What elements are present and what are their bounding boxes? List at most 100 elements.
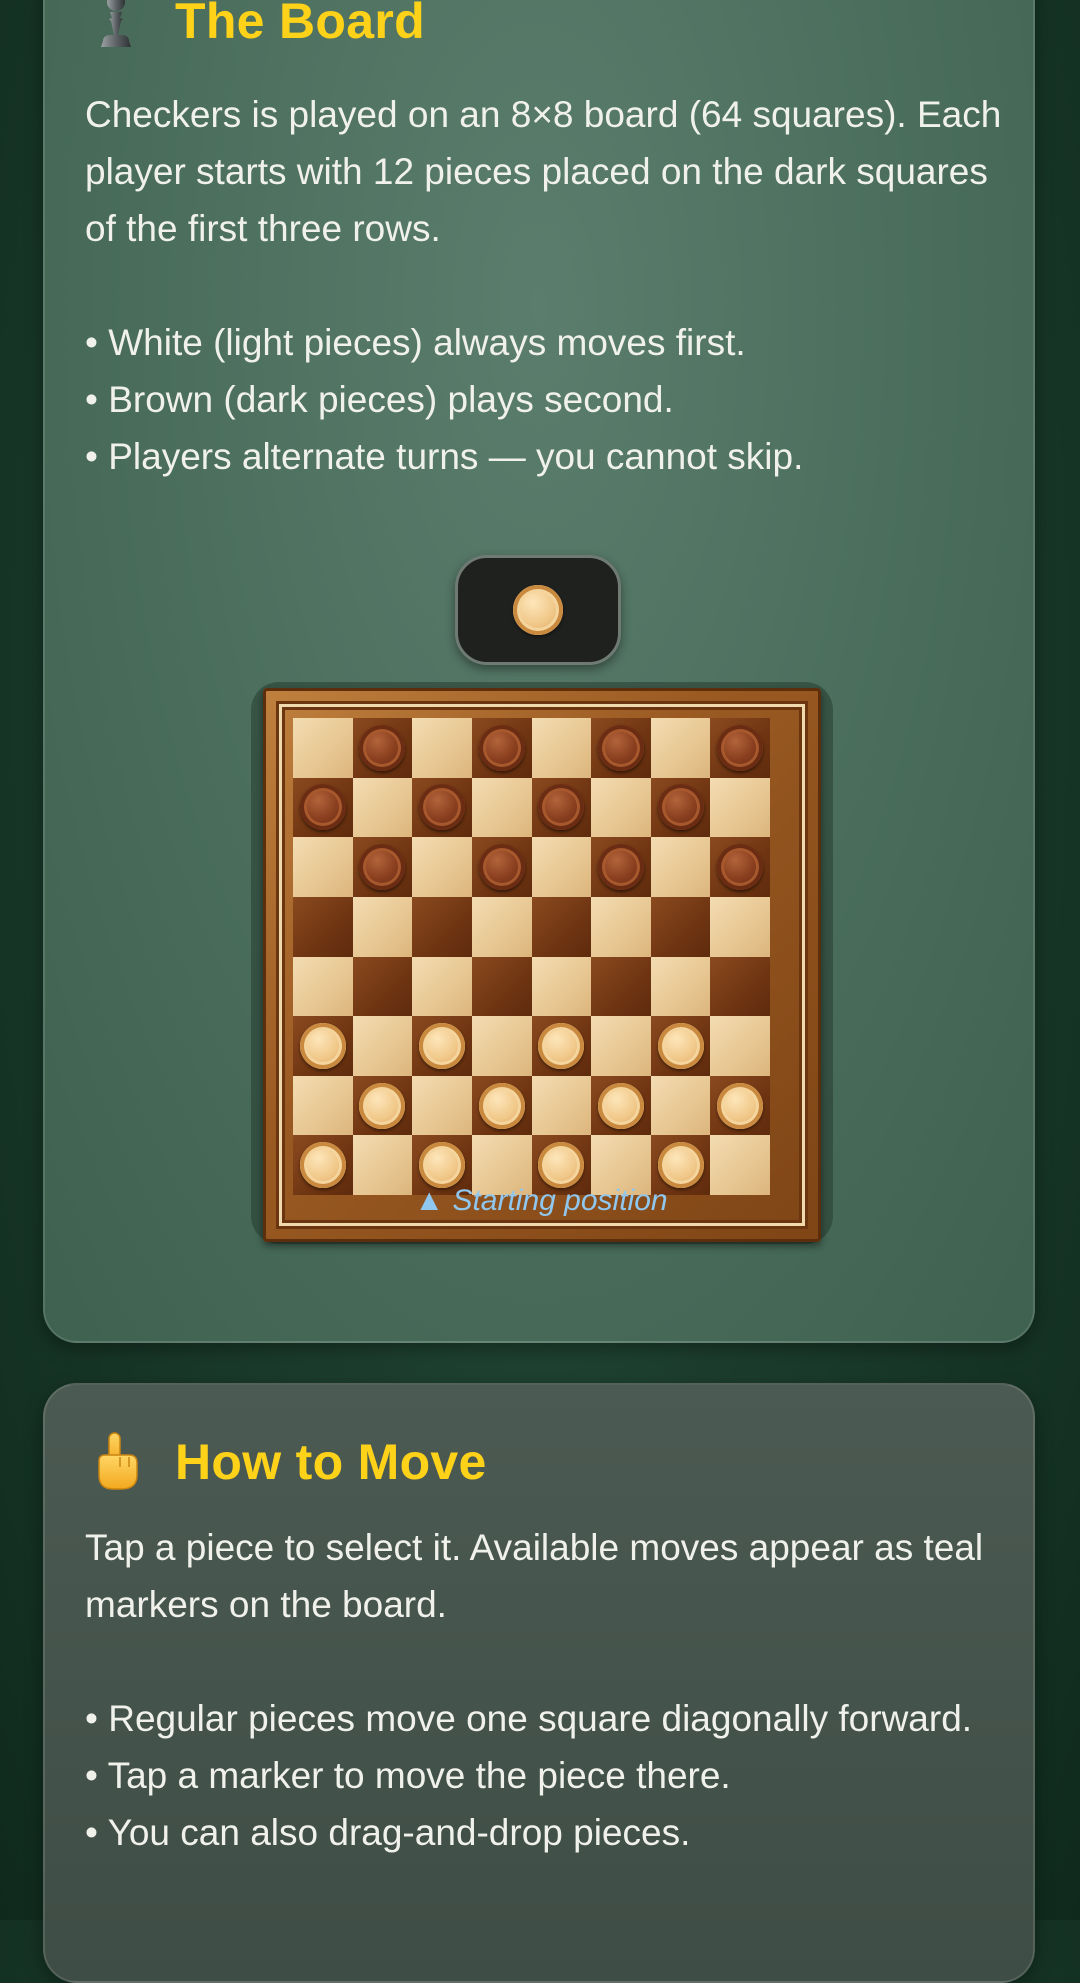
board-bullet: • Players alternate turns — you cannot s…: [85, 436, 804, 477]
board-square[interactable]: [352, 718, 413, 778]
board-square[interactable]: [591, 777, 651, 838]
board-square[interactable]: [710, 1016, 770, 1076]
board-square[interactable]: [471, 1075, 532, 1136]
white-piece[interactable]: [657, 1142, 704, 1189]
turn-indicator: [455, 555, 621, 665]
board-square[interactable]: [293, 1016, 353, 1076]
board-square[interactable]: [293, 896, 353, 957]
white-piece[interactable]: [419, 1022, 466, 1069]
board-square[interactable]: [710, 718, 770, 778]
brown-piece[interactable]: [597, 724, 644, 771]
checkers-board: [263, 688, 821, 1242]
board-square[interactable]: [471, 956, 532, 1017]
move-bullet: • You can also drag-and-drop pieces.: [85, 1812, 691, 1853]
board-square[interactable]: [650, 837, 711, 897]
brown-piece[interactable]: [359, 844, 406, 891]
board-square[interactable]: [650, 1075, 711, 1136]
board-square[interactable]: [591, 718, 651, 778]
white-piece[interactable]: [538, 1142, 585, 1189]
board-square[interactable]: [710, 837, 770, 897]
board-square[interactable]: [650, 718, 711, 778]
board-square[interactable]: [531, 1016, 592, 1076]
board-square[interactable]: [650, 1016, 711, 1076]
move-card-body: Tap a piece to select it. Available move…: [85, 1519, 1005, 1861]
board-square[interactable]: [650, 896, 711, 957]
board-square[interactable]: [293, 777, 353, 838]
board-square[interactable]: [412, 777, 472, 838]
board-square[interactable]: [352, 777, 413, 838]
board-square[interactable]: [531, 837, 592, 897]
board-square[interactable]: [591, 1016, 651, 1076]
board-square[interactable]: [412, 956, 472, 1017]
white-piece[interactable]: [299, 1142, 346, 1189]
board-square[interactable]: [293, 1075, 353, 1136]
brown-piece[interactable]: [657, 784, 704, 831]
move-card-title: How to Move: [175, 1434, 487, 1490]
board-square[interactable]: [471, 896, 532, 957]
board-card-paragraph: Checkers is played on an 8×8 board (64 s…: [85, 94, 1002, 249]
board-square[interactable]: [412, 718, 472, 778]
board-square[interactable]: [591, 1075, 651, 1136]
board-square[interactable]: [531, 718, 592, 778]
board-square[interactable]: [591, 837, 651, 897]
brown-piece[interactable]: [538, 784, 585, 831]
move-bullet: • Regular pieces move one square diagona…: [85, 1698, 973, 1739]
brown-piece[interactable]: [359, 724, 406, 771]
white-piece[interactable]: [597, 1082, 644, 1129]
board-rules-card: The Board Checkers is played on an 8×8 b…: [43, 0, 1035, 1343]
white-piece[interactable]: [657, 1022, 704, 1069]
board-square[interactable]: [471, 777, 532, 838]
pointing-hand-icon: [85, 1431, 147, 1493]
board-square[interactable]: [531, 956, 592, 1017]
white-piece[interactable]: [299, 1022, 346, 1069]
board-square[interactable]: [352, 896, 413, 957]
board-square[interactable]: [471, 718, 532, 778]
board-square[interactable]: [471, 1016, 532, 1076]
board-card-body: Checkers is played on an 8×8 board (64 s…: [85, 86, 1005, 485]
board-square[interactable]: [352, 1075, 413, 1136]
board-square[interactable]: [710, 1075, 770, 1136]
turn-indicator-piece: [513, 585, 563, 635]
board-square[interactable]: [471, 837, 532, 897]
board-square[interactable]: [710, 777, 770, 838]
board-square[interactable]: [412, 896, 472, 957]
board-square[interactable]: [412, 1075, 472, 1136]
brown-piece[interactable]: [717, 724, 764, 771]
board-square[interactable]: [531, 896, 592, 957]
brown-piece[interactable]: [419, 784, 466, 831]
brown-piece[interactable]: [299, 784, 346, 831]
move-bullet: • Tap a marker to move the piece there.: [85, 1755, 731, 1796]
board-square[interactable]: [412, 837, 472, 897]
brown-piece[interactable]: [717, 844, 764, 891]
white-piece[interactable]: [359, 1082, 406, 1129]
white-piece[interactable]: [419, 1142, 466, 1189]
board-square[interactable]: [650, 956, 711, 1017]
board-square[interactable]: [293, 837, 353, 897]
move-card-header: How to Move: [85, 1431, 487, 1493]
brown-piece[interactable]: [597, 844, 644, 891]
board-square[interactable]: [352, 1016, 413, 1076]
white-piece[interactable]: [717, 1082, 764, 1129]
white-piece[interactable]: [478, 1082, 525, 1129]
board-bullet: • White (light pieces) always moves firs…: [85, 322, 746, 363]
brown-piece[interactable]: [478, 844, 525, 891]
board-square[interactable]: [293, 956, 353, 1017]
white-piece[interactable]: [538, 1022, 585, 1069]
board-card-header: The Board: [85, 0, 425, 52]
board-square[interactable]: [293, 718, 353, 778]
how-to-move-card: How to Move Tap a piece to select it. Av…: [43, 1383, 1035, 1983]
board-square[interactable]: [591, 896, 651, 957]
board-square[interactable]: [650, 777, 711, 838]
board-square[interactable]: [710, 956, 770, 1017]
board-square[interactable]: [710, 896, 770, 957]
board-bullet: • Brown (dark pieces) plays second.: [85, 379, 674, 420]
board-square[interactable]: [531, 1075, 592, 1136]
brown-piece[interactable]: [478, 724, 525, 771]
board-square[interactable]: [591, 956, 651, 1017]
board-square[interactable]: [352, 837, 413, 897]
board-square[interactable]: [412, 1016, 472, 1076]
board-square[interactable]: [352, 956, 413, 1017]
board-square[interactable]: [531, 777, 592, 838]
pawn-icon: [85, 0, 147, 52]
move-card-paragraph: Tap a piece to select it. Available move…: [85, 1527, 984, 1625]
